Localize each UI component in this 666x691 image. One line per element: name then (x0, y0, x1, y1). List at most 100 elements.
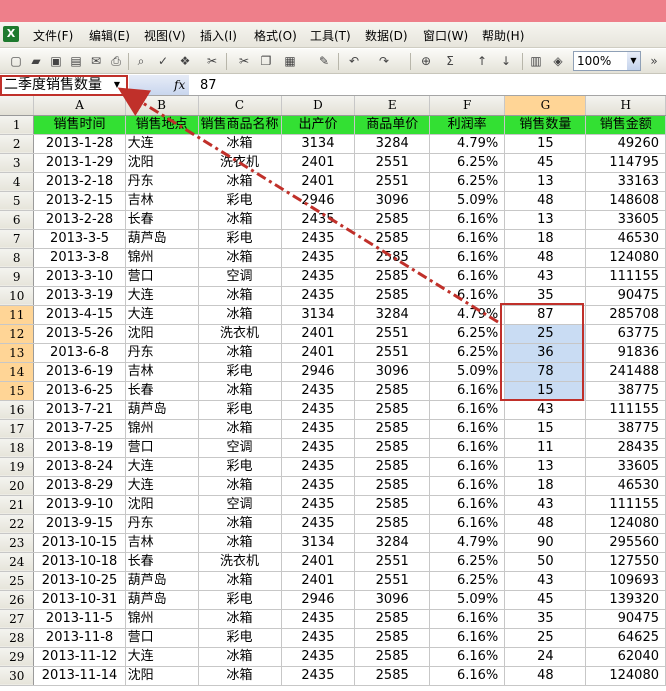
table-cell[interactable]: 大连 (125, 305, 199, 325)
row-number[interactable]: 4 (0, 172, 35, 192)
table-cell[interactable]: 冰箱 (198, 571, 282, 591)
table-cell[interactable]: 15 (504, 419, 587, 439)
table-cell[interactable]: 彩电 (198, 457, 282, 477)
table-cell[interactable]: 2551 (354, 172, 431, 192)
table-cell[interactable]: 6.25% (429, 571, 506, 591)
row-number[interactable]: 8 (0, 248, 35, 268)
header-cell[interactable]: 销售时间 (33, 115, 126, 135)
table-cell[interactable]: 3284 (354, 305, 431, 325)
menu-window[interactable]: 窗口(W) (423, 27, 468, 44)
menu-file[interactable]: 文件(F) (33, 27, 73, 44)
table-cell[interactable]: 28435 (585, 438, 666, 458)
row-number[interactable]: 14 (0, 362, 35, 382)
row-number[interactable]: 17 (0, 419, 35, 439)
row-number[interactable]: 24 (0, 552, 35, 572)
row-number[interactable]: 2 (0, 134, 35, 154)
table-cell[interactable]: 2013-1-29 (33, 153, 126, 173)
table-cell[interactable]: 4.79% (429, 533, 506, 553)
table-cell[interactable]: 2013-7-21 (33, 400, 126, 420)
permission-icon[interactable]: ▤ (68, 53, 84, 69)
research-icon[interactable]: ❖ (177, 53, 193, 69)
chevron-down-icon[interactable]: ▼ (110, 77, 124, 93)
row-number[interactable]: 13 (0, 343, 35, 363)
column-header[interactable]: G (504, 96, 587, 116)
table-cell[interactable]: 沈阳 (125, 153, 199, 173)
table-cell[interactable]: 2013-9-15 (33, 514, 126, 534)
table-cell[interactable]: 18 (504, 229, 587, 249)
table-cell[interactable]: 2013-11-12 (33, 647, 126, 667)
table-cell[interactable]: 吉林 (125, 362, 199, 382)
table-cell[interactable]: 2401 (281, 343, 356, 363)
table-cell[interactable]: 2946 (281, 362, 356, 382)
table-cell[interactable]: 2013-6-25 (33, 381, 126, 401)
table-cell[interactable]: 冰箱 (198, 248, 282, 268)
table-cell[interactable]: 90475 (585, 286, 666, 306)
table-cell[interactable]: 124080 (585, 514, 666, 534)
table-cell[interactable]: 2435 (281, 438, 356, 458)
print-preview-icon[interactable]: ⌕ (133, 53, 149, 69)
table-cell[interactable]: 2013-10-25 (33, 571, 126, 591)
table-cell[interactable]: 冰箱 (198, 514, 282, 534)
table-cell[interactable]: 4.79% (429, 134, 506, 154)
column-header[interactable]: E (354, 96, 431, 116)
table-cell[interactable]: 洗衣机 (198, 324, 282, 344)
table-cell[interactable]: 2013-10-15 (33, 533, 126, 553)
table-cell[interactable]: 38775 (585, 419, 666, 439)
sort-desc-icon[interactable]: ↓ (498, 53, 514, 69)
table-cell[interactable]: 13 (504, 210, 587, 230)
row-number[interactable]: 20 (0, 476, 35, 496)
row-number[interactable]: 21 (0, 495, 35, 515)
table-cell[interactable]: 2585 (354, 438, 431, 458)
table-cell[interactable]: 2551 (354, 571, 431, 591)
table-cell[interactable]: 冰箱 (198, 172, 282, 192)
table-cell[interactable]: 2013-6-19 (33, 362, 126, 382)
table-cell[interactable]: 冰箱 (198, 134, 282, 154)
redo-icon[interactable]: ↷ (376, 53, 392, 69)
table-cell[interactable]: 148608 (585, 191, 666, 211)
email-icon[interactable]: ✉ (88, 53, 104, 69)
table-cell[interactable]: 2585 (354, 476, 431, 496)
header-cell[interactable]: 销售商品名称 (198, 115, 282, 135)
table-cell[interactable]: 2585 (354, 457, 431, 477)
table-cell[interactable]: 5.09% (429, 362, 506, 382)
table-cell[interactable]: 6.16% (429, 400, 506, 420)
table-cell[interactable]: 111155 (585, 400, 666, 420)
table-cell[interactable]: 15 (504, 134, 587, 154)
table-cell[interactable]: 2946 (281, 191, 356, 211)
header-cell[interactable]: 利润率 (429, 115, 506, 135)
table-cell[interactable]: 2585 (354, 286, 431, 306)
table-cell[interactable]: 64625 (585, 628, 666, 648)
table-cell[interactable]: 2013-5-26 (33, 324, 126, 344)
row-number[interactable]: 7 (0, 229, 35, 249)
table-cell[interactable]: 大连 (125, 476, 199, 496)
table-cell[interactable]: 冰箱 (198, 609, 282, 629)
table-cell[interactable]: 45 (504, 153, 587, 173)
table-cell[interactable]: 13 (504, 172, 587, 192)
copy-icon[interactable]: ❐ (258, 53, 274, 69)
table-cell[interactable]: 2435 (281, 248, 356, 268)
table-cell[interactable]: 2401 (281, 324, 356, 344)
header-cell[interactable]: 销售数量 (504, 115, 587, 135)
row-number[interactable]: 30 (0, 666, 35, 686)
table-cell[interactable]: 2013-10-18 (33, 552, 126, 572)
table-cell[interactable]: 冰箱 (198, 666, 282, 686)
row-number[interactable]: 10 (0, 286, 35, 306)
table-cell[interactable]: 4.79% (429, 305, 506, 325)
table-cell[interactable]: 6.25% (429, 552, 506, 572)
header-cell[interactable]: 销售地点 (125, 115, 199, 135)
table-cell[interactable]: 3134 (281, 533, 356, 553)
table-cell[interactable]: 124080 (585, 666, 666, 686)
table-cell[interactable]: 2013-8-29 (33, 476, 126, 496)
table-cell[interactable]: 36 (504, 343, 587, 363)
table-cell[interactable]: 2435 (281, 210, 356, 230)
table-cell[interactable]: 2013-3-5 (33, 229, 126, 249)
table-cell[interactable]: 46530 (585, 476, 666, 496)
menu-format[interactable]: 格式(O) (254, 27, 297, 44)
row-number[interactable]: 19 (0, 457, 35, 477)
table-cell[interactable]: 丹东 (125, 514, 199, 534)
table-cell[interactable]: 6.16% (429, 457, 506, 477)
table-cell[interactable]: 2585 (354, 495, 431, 515)
table-cell[interactable]: 2435 (281, 229, 356, 249)
table-cell[interactable]: 大连 (125, 286, 199, 306)
table-cell[interactable]: 48 (504, 666, 587, 686)
